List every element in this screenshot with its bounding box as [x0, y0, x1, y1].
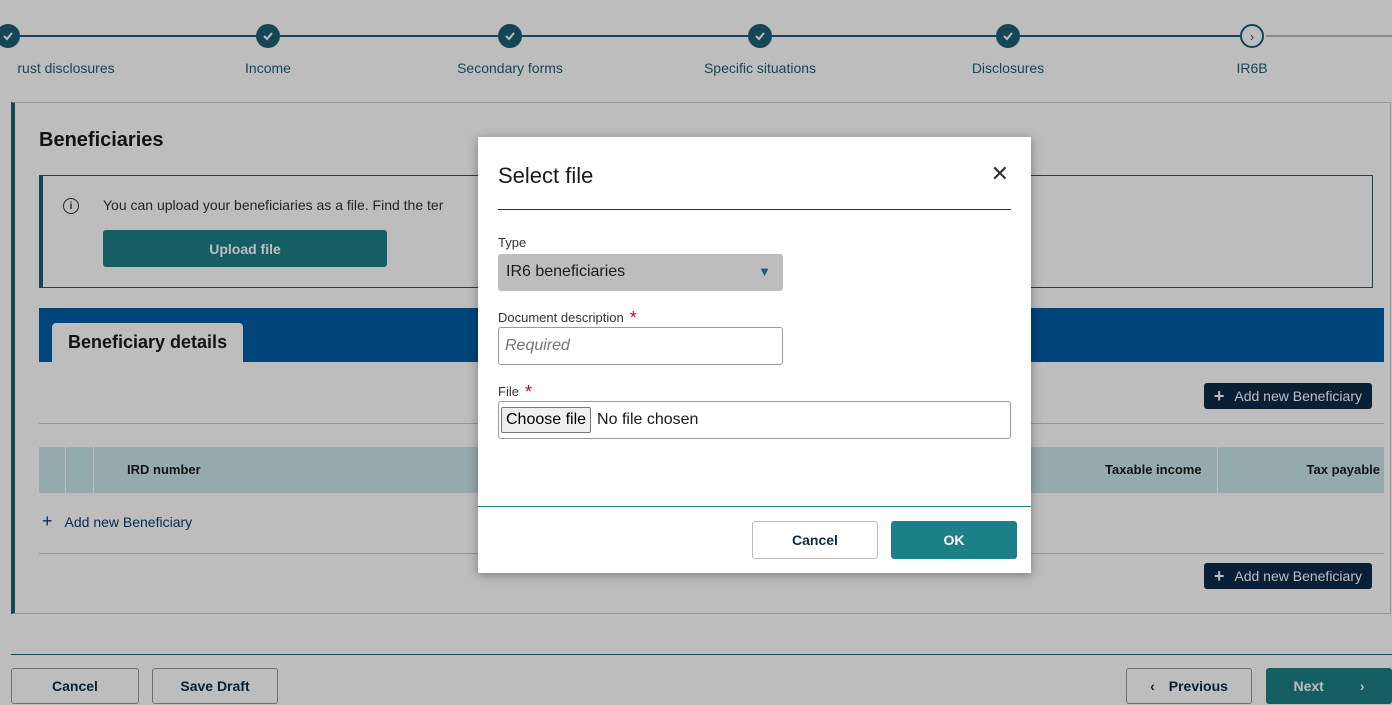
dialog-ok-button[interactable]: OK: [891, 521, 1017, 559]
dialog-header-divider: [498, 209, 1011, 210]
file-input[interactable]: Choose file No file chosen: [498, 401, 1011, 439]
document-description-input[interactable]: [498, 327, 783, 365]
select-file-dialog: Select file ✕ Type IR6 beneficiaries ▼ D…: [478, 137, 1031, 573]
close-icon[interactable]: ✕: [991, 161, 1009, 187]
choose-file-button[interactable]: Choose file: [501, 407, 592, 433]
type-label: Type: [498, 235, 527, 250]
type-select-value: IR6 beneficiaries: [506, 263, 626, 280]
file-label: File: [498, 384, 519, 399]
required-marker: *: [629, 308, 637, 328]
dialog-cancel-button[interactable]: Cancel: [752, 521, 878, 559]
type-select[interactable]: IR6 beneficiaries ▼: [498, 254, 783, 291]
dialog-title: Select file: [498, 163, 594, 188]
document-description-label-row: Document description *: [498, 306, 637, 328]
document-description-label: Document description: [498, 310, 624, 325]
dialog-footer-divider: [478, 506, 1031, 507]
no-file-chosen-text: No file chosen: [597, 411, 699, 428]
required-marker: *: [524, 382, 532, 402]
chevron-down-icon: ▼: [758, 264, 771, 279]
file-label-row: File *: [498, 380, 532, 402]
